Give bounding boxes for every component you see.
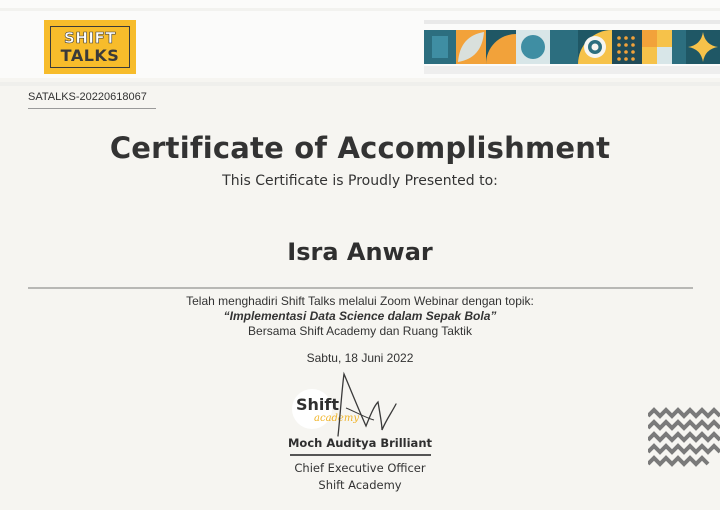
signer-role: Chief Executive Officer [294, 461, 426, 475]
header-bottom-stripe [0, 82, 720, 86]
description-line-3: Bersama Shift Academy dan Ruang Taktik [248, 324, 472, 338]
recipient-name: Isra Anwar [287, 238, 433, 266]
certificate-title: Certificate of Accomplishment [109, 131, 611, 165]
logo-line-2: TALKS [60, 46, 120, 65]
zigzag-decoration [648, 407, 720, 467]
geometric-pattern-banner [424, 30, 720, 64]
divider-line [28, 287, 693, 289]
pattern-bottom-stripe [424, 66, 720, 74]
certificate-number: SATALKS-20220618067 [28, 91, 147, 103]
shift-talks-logo-frame: SHIFT TALKS [50, 26, 130, 68]
certificate-number-underline [28, 108, 156, 109]
shift-talks-logo: SHIFT TALKS [44, 20, 136, 74]
signer-details: Chief Executive Officer Shift Academy [0, 460, 720, 494]
signature-line [290, 454, 431, 456]
logo-line-1: SHIFT [64, 29, 116, 47]
certificate-subtitle: This Certificate is Proudly Presented to… [222, 173, 498, 189]
webinar-topic: “Implementasi Data Science dalam Sepak B… [223, 309, 497, 323]
signer-name: Moch Auditya Brilliant [287, 436, 433, 450]
header-top-stripe [0, 8, 720, 11]
signer-organization: Shift Academy [318, 478, 402, 492]
description-line-1: Telah menghadiri Shift Talks melalui Zoo… [186, 294, 534, 308]
certificate-description: Telah menghadiri Shift Talks melalui Zoo… [0, 294, 720, 339]
certificate-page: SHIFT TALKS SATALKS-20220618067 Certific… [0, 0, 720, 510]
event-date: Sabtu, 18 Juni 2022 [306, 351, 414, 365]
